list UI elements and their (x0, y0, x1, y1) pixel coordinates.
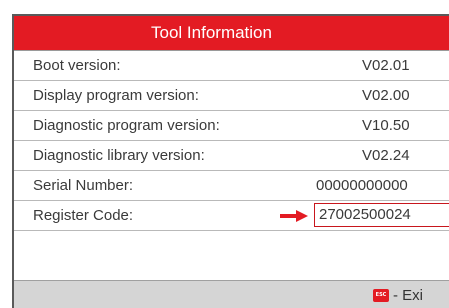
page-title: Tool Information (14, 16, 449, 51)
serial-number-value: 00000000000 (316, 177, 408, 194)
right-arrow-icon (280, 210, 308, 222)
serial-number-row: Serial Number: 00000000000 (14, 171, 449, 201)
tool-information-screen: Tool Information Boot version: V02.01 Di… (12, 14, 449, 308)
register-code-value: 27002500024 (314, 203, 449, 227)
bottom-bar: ESC - Exi (14, 280, 449, 308)
boot-version-value: V02.01 (362, 57, 410, 74)
diagnostic-library-version-row: Diagnostic library version: V02.24 (14, 141, 449, 171)
serial-number-label: Serial Number: (33, 177, 134, 194)
register-code-row: Register Code: 27002500024 (14, 201, 449, 231)
boot-version-row: Boot version: V02.01 (14, 51, 449, 81)
esc-key-icon[interactable]: ESC (373, 289, 389, 302)
register-code-label: Register Code: (33, 207, 134, 224)
display-program-version-value: V02.00 (362, 87, 410, 104)
diagnostic-program-version-label: Diagnostic program version: (33, 117, 220, 134)
diagnostic-program-version-value: V10.50 (362, 117, 410, 134)
exit-button[interactable]: - Exi (393, 281, 423, 308)
display-program-version-row: Display program version: V02.00 (14, 81, 449, 111)
display-program-version-label: Display program version: (33, 87, 199, 104)
diagnostic-library-version-value: V02.24 (362, 147, 410, 164)
diagnostic-program-version-row: Diagnostic program version: V10.50 (14, 111, 449, 141)
info-list: Boot version: V02.01 Display program ver… (14, 51, 449, 231)
diagnostic-library-version-label: Diagnostic library version: (33, 147, 205, 164)
boot-version-label: Boot version: (33, 57, 121, 74)
